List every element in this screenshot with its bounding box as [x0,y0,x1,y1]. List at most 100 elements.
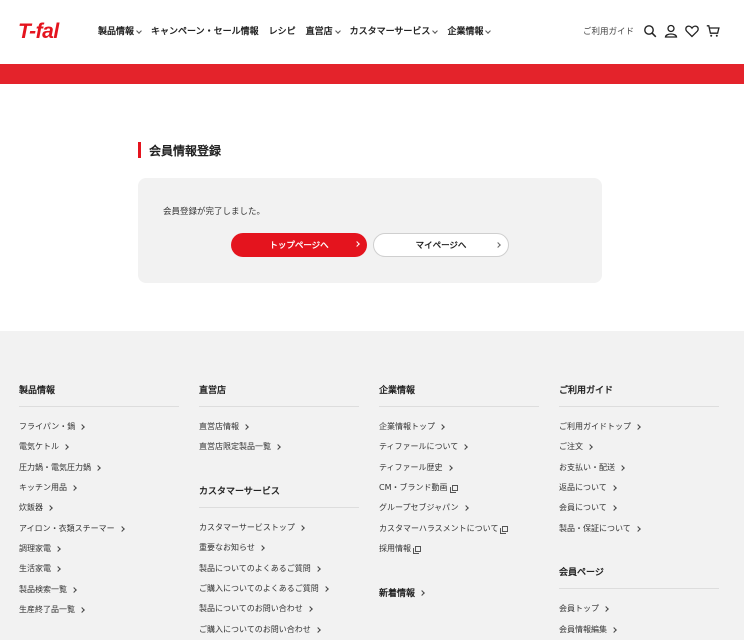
footer-link[interactable]: 調理家電 [19,543,61,554]
footer-link[interactable]: 製品についてのお問い合わせ [199,603,313,614]
link-label: CM・ブランド動画 [379,483,448,492]
chevron-right-icon [314,565,321,572]
footer-link[interactable]: カスタマーサービストップ [199,522,305,533]
chevron-right-icon [322,585,329,592]
chevron-right-icon [47,504,53,511]
divider [379,406,539,407]
footer-link[interactable]: キッチン用品 [19,482,77,493]
footer-heading-guide: ご利用ガイド [559,386,614,396]
link-label: 生活家電 [19,564,51,573]
link-label: お支払い・配送 [559,463,615,472]
link-label: 会員トップ [559,604,599,613]
nav-recipe[interactable]: レシピ [269,26,296,38]
footer-link[interactable]: 返品について [559,482,617,493]
footer-heading-news[interactable]: 新着情報 [379,586,425,599]
nav-store[interactable]: 直営店 [305,26,341,38]
chevron-right-icon [63,443,69,450]
link-label: フライパン・鍋 [19,422,76,431]
external-link-icon [500,525,509,534]
footer-link[interactable]: 製品についてのよくあるご質問 [199,563,321,574]
footer-link[interactable]: ご購入についてのお問い合わせ [199,624,321,635]
divider [559,588,719,589]
footer-link[interactable]: ご注文 [559,441,593,452]
footer-link[interactable]: 生産終了品一覧 [19,604,85,615]
chevron-down-icon [432,27,439,34]
chevron-down-icon [485,27,492,34]
mypage-button[interactable]: マイページへ [373,233,509,257]
button-label: マイページへ [415,241,467,251]
page-title-wrap: 会員情報登録 [138,142,221,158]
chevron-right-icon [275,443,281,450]
external-link-icon [413,545,421,554]
footer-link[interactable]: 圧力鍋・電気圧力鍋 [19,462,101,473]
chevron-right-icon [243,423,249,430]
link-label: 採用情報 [379,544,411,553]
chevron-right-icon [299,524,305,531]
link-label: アイロン・衣類スチーマー [19,524,115,533]
top-page-button[interactable]: トップページへ [231,233,367,257]
chevron-right-icon [259,544,265,551]
chevron-right-icon [118,525,125,532]
footer-link[interactable]: フライパン・鍋 [19,421,86,432]
link-label: 会員について [559,503,607,512]
chevron-right-icon [635,423,641,430]
site-footer: 製品情報 フライパン・鍋 電気ケトル 圧力鍋・電気圧力鍋 キッチン用品 炊飯器 … [0,331,744,640]
footer-link[interactable]: 生活家電 [19,563,61,574]
divider [19,406,179,407]
footer-link[interactable]: グループセブジャパン [379,502,469,513]
footer-link[interactable]: 電気ケトル [19,441,69,452]
nav-label: 直営店 [305,27,333,37]
footer-link[interactable]: アイロン・衣類スチーマー [19,523,125,534]
site-header: T-fal 製品情報 キャンペーン・セール情報 レシピ 直営店 カスタマーサービ… [0,0,744,64]
heading-label: 新着情報 [379,589,416,599]
guide-link[interactable]: ご利用ガイド [583,27,634,38]
footer-link[interactable]: 会員トップ [559,603,609,614]
divider [199,406,359,407]
nav-products[interactable]: 製品情報 [98,26,142,38]
page-title: 会員情報登録 [149,143,222,158]
footer-link[interactable]: 炊飯器 [19,502,53,513]
footer-link[interactable]: 会員情報編集 [559,624,617,635]
tfal-logo[interactable]: T-fal [18,21,59,43]
footer-link[interactable]: ティファールについて [379,441,469,452]
footer-link[interactable]: カスタマーハラスメントについて [379,523,509,534]
chevron-right-icon [610,504,617,511]
footer-link[interactable]: お支払い・配送 [559,462,625,473]
footer-link[interactable]: 直営店限定製品一覧 [199,441,281,452]
nav-label: キャンペーン・セール情報 [151,27,259,37]
footer-link[interactable]: 重要なお知らせ [199,542,265,553]
link-label: カスタマーハラスメントについて [379,524,499,533]
chevron-down-icon [334,27,341,34]
footer-link[interactable]: 企業情報トップ [379,421,445,432]
chevron-right-icon [79,606,85,613]
chevron-right-icon [314,626,321,633]
footer-link[interactable]: 会員について [559,502,617,513]
link-label: ご購入についてのお問い合わせ [199,625,311,634]
footer-heading-corporate: 企業情報 [379,386,416,396]
chevron-right-icon [446,464,453,471]
link-label: ティファールについて [379,442,459,451]
nav-campaign[interactable]: キャンペーン・セール情報 [151,26,259,38]
footer-link[interactable]: CM・ブランド動画 [379,482,458,493]
footer-link[interactable]: 製品・保証について [559,523,641,534]
footer-link[interactable]: ご購入についてのよくあるご質問 [199,583,329,594]
footer-link[interactable]: 直営店情報 [199,421,249,432]
title-accent-bar [138,142,141,158]
chevron-right-icon [634,525,641,532]
cart-icon[interactable] [706,24,720,38]
footer-heading-store: 直営店 [199,386,227,396]
heart-icon[interactable] [685,24,699,38]
footer-link[interactable]: ティファール歴史 [379,462,453,473]
nav-customer-service[interactable]: カスタマーサービス [349,26,439,38]
nav-corporate[interactable]: 企業情報 [447,26,492,38]
chevron-right-icon [79,423,86,430]
footer-link[interactable]: 製品検索一覧 [19,584,77,595]
user-icon[interactable] [664,24,678,38]
footer-link[interactable]: 採用情報 [379,543,421,554]
footer-link[interactable]: ご利用ガイドトップ [559,421,641,432]
link-label: 直営店情報 [199,422,239,431]
chevron-right-icon [495,242,501,248]
search-icon[interactable] [643,24,657,38]
link-label: キッチン用品 [19,483,67,492]
nav-label: カスタマーサービス [349,27,431,37]
